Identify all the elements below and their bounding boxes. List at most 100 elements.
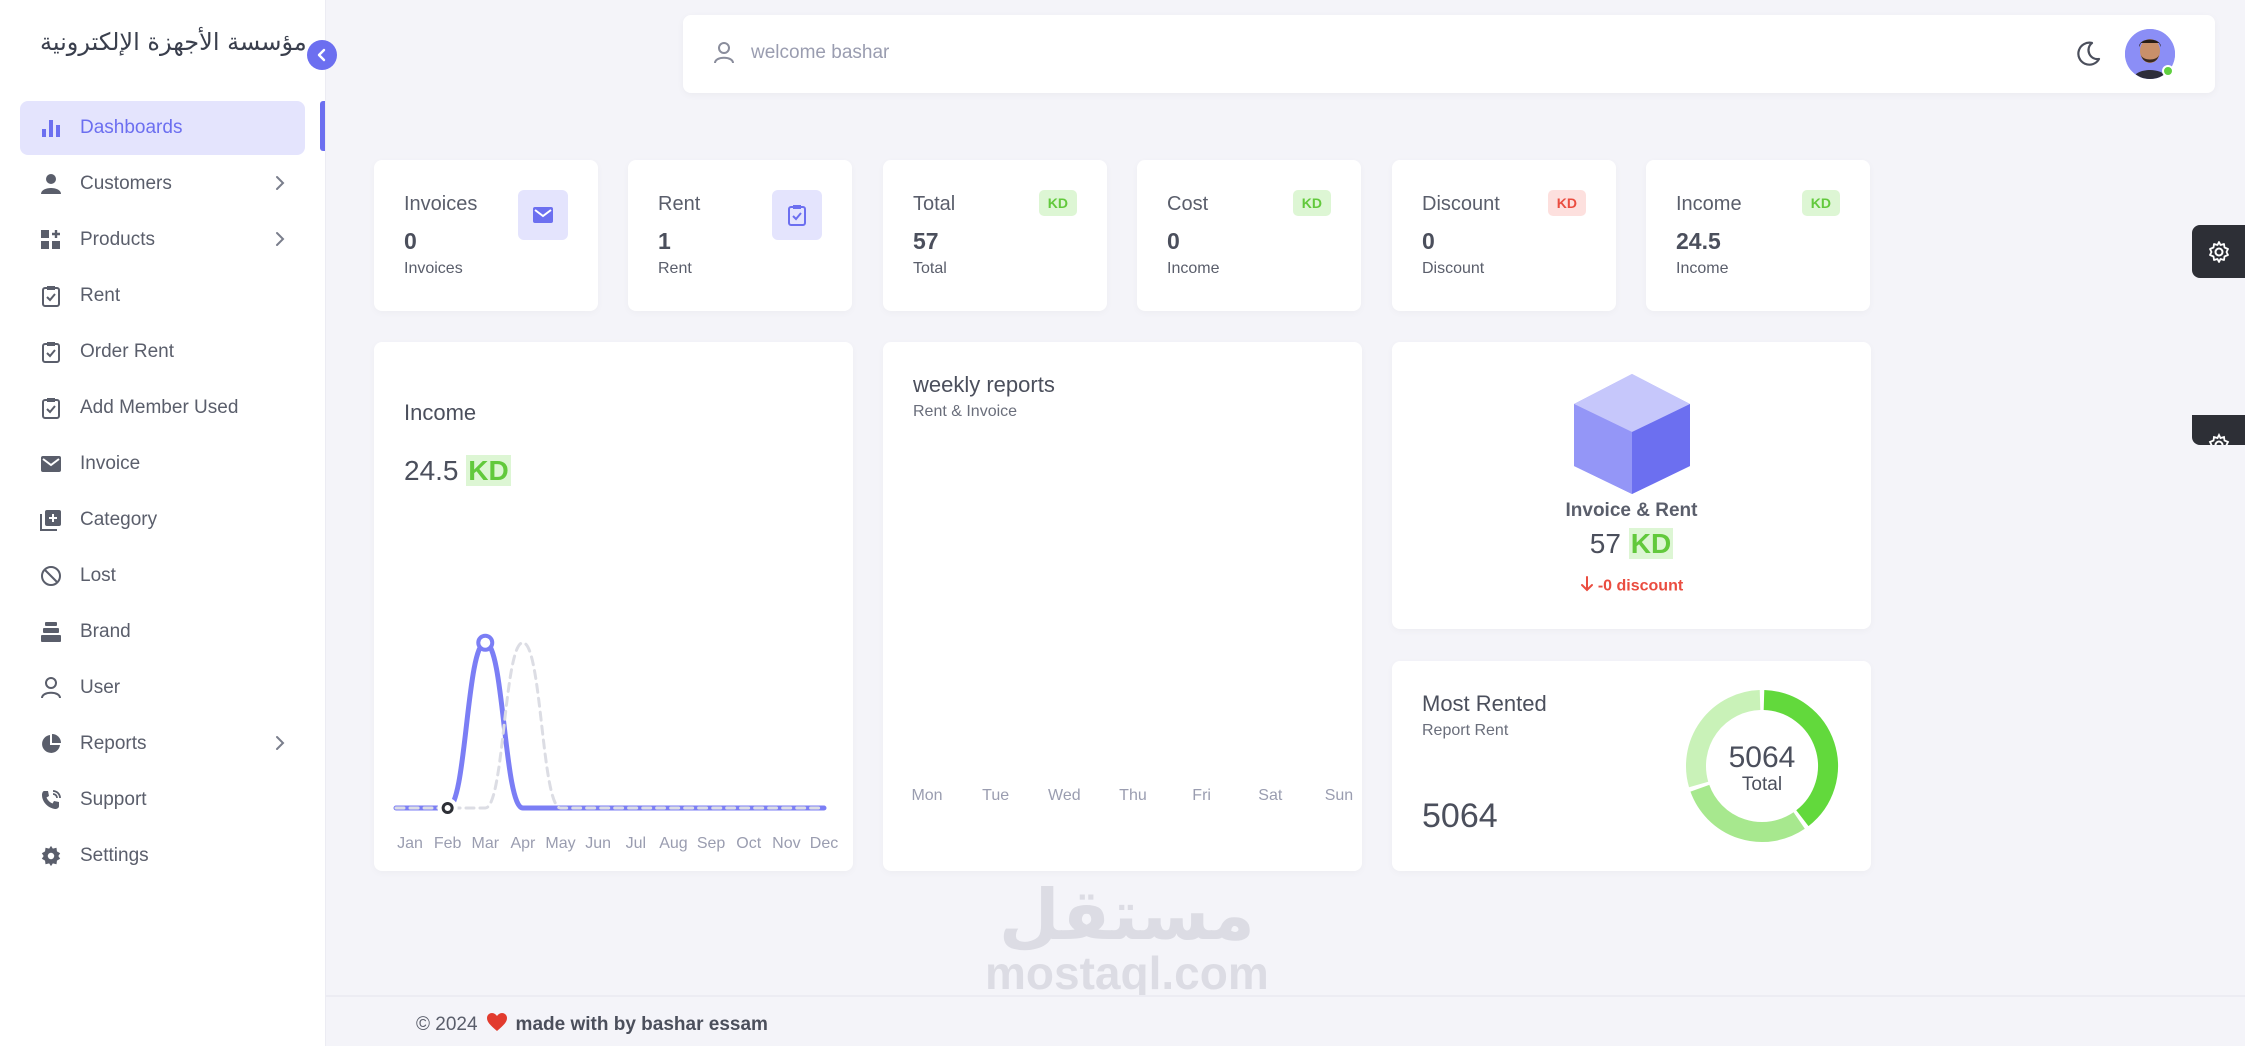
sidebar-item-label: Category [80,509,158,530]
clipboard-check-icon [786,204,808,226]
sidebar-item-rent[interactable]: Rent [20,269,305,323]
currency-badge: KD [1292,190,1331,216]
user-outline-icon [40,677,62,699]
gear-icon [40,845,62,867]
stat-card-rent: Rent 1 Rent [628,160,852,311]
sidebar-item-dashboards[interactable]: Dashboards [20,101,305,155]
sidebar-item-brand[interactable]: Brand [20,605,305,659]
invoice-rent-card: Invoice & Rent 57 KD -0 discount [1392,342,1871,629]
stat-title: Cost [1167,193,1209,215]
discount-text: -0 discount [1597,577,1684,595]
sidebar-item-label: Products [80,229,155,250]
footer-credit: made with by bashar essam [515,1014,768,1035]
stat-subtitle: Invoices [404,260,463,277]
sidebar-item-category[interactable]: Category [20,493,305,547]
month-tick-label: Jul [625,835,647,852]
user-icon [713,41,735,70]
sidebar-item-label: Dashboards [80,117,183,138]
sidebar-item-order-rent[interactable]: Order Rent [20,325,305,379]
sidebar-menu: Dashboards Customers Products Rent Order Ren… [20,101,305,885]
weekday-tick-label: Wed [1048,787,1081,804]
sidebar-item-label: Lost [80,565,116,586]
sidebar-item-label: User [80,677,121,698]
month-tick-label: Jan [397,835,423,852]
weekly-reports-card: weekly reports Rent & Invoice Mon Tue Wed T… [883,342,1362,871]
most-rented-subtitle: Report Rent [1422,722,1509,739]
income-peak-point[interactable] [476,633,495,652]
footer-text: © 2024 made with by bashar essam [416,1012,768,1038]
sidebar-item-settings[interactable]: Settings [20,829,305,883]
invoice-rent-value: 57 KD [1392,528,1871,560]
stat-subtitle: Income [1167,260,1220,277]
sidebar-item-add-member-used[interactable]: Add Member Used [20,381,305,435]
collapse-sidebar-button[interactable] [307,40,337,70]
stack-plus-icon [40,509,62,531]
sidebar-item-user[interactable]: User [20,661,305,715]
arrow-down-icon [1580,576,1594,597]
sidebar-item-label: Support [80,789,147,810]
month-tick-label: Jun [585,835,612,852]
month-tick-label: May [545,835,576,852]
income-series-line [393,640,827,811]
phone-icon [40,789,62,811]
weekly-reports-title: weekly reports [913,372,1055,397]
weekly-x-axis: Mon Tue Wed Thu Fri Sat Sun [893,787,1373,805]
welcome-text: welcome bashar [751,42,890,63]
stat-title: Rent [658,193,701,215]
sidebar-item-invoice[interactable]: Invoice [20,437,305,491]
online-status-dot [2162,65,2174,77]
month-tick-label: Sep [696,835,726,852]
stat-card-total: Total 57 Total KD [883,160,1107,311]
sidebar-item-products[interactable]: Products [20,213,305,267]
heart-icon [486,1012,508,1038]
envelope-icon [532,204,554,226]
stat-subtitle: Income [1676,260,1729,277]
stat-title: Total [913,193,956,215]
stat-card-discount: Discount 0 Discount KD [1392,160,1616,311]
weekday-tick-label: Mon [911,787,943,804]
income-value: 24.5 [404,455,459,486]
pie-chart-icon [40,733,62,755]
weekday-tick-label: Tue [982,787,1010,804]
sidebar-item-label: Reports [80,733,147,754]
customizer-toggle-button[interactable] [2192,225,2245,278]
stat-value: 0 [1167,228,1180,254]
sidebar-item-label: Customers [80,173,172,194]
weekday-tick-label: Sat [1258,787,1283,804]
income-card-title: Income [404,400,477,425]
person-icon [40,173,62,195]
watermark-latin: mostaql.com [985,947,1269,999]
currency-badge: KD [1801,190,1840,216]
sidebar-item-customers[interactable]: Customers [20,157,305,211]
currency-badge: KD [1038,190,1077,216]
sidebar-item-support[interactable]: Support [20,773,305,827]
income-x-axis: Jan Feb Mar Apr May Jun Jul Aug Sep Oct Nov Dec [392,835,842,855]
secondary-settings-button[interactable] [2192,415,2245,445]
sidebar-item-label: Order Rent [80,341,174,362]
gear-icon [2208,433,2229,445]
ban-icon [40,565,62,587]
stat-value: 57 [913,228,939,254]
chevron-right-icon [273,230,287,254]
stat-subtitle: Rent [658,260,692,277]
stat-value: 0 [1422,228,1435,254]
stat-card-income: Income 24.5 Income KD [1646,160,1870,311]
sidebar-item-lost[interactable]: Lost [20,549,305,603]
invoice-rent-amount: 57 [1589,528,1621,559]
sidebar-item-label: Brand [80,621,131,642]
weekly-reports-subtitle: Rent & Invoice [913,403,1018,420]
income-line-chart [393,633,827,818]
weekday-tick-label: Fri [1192,787,1211,804]
active-indicator [320,101,325,151]
clipboard-check-icon [40,341,62,363]
most-rented-value: 5064 [1422,797,1498,835]
month-tick-label: Feb [433,835,462,852]
month-tick-label: Aug [659,835,688,852]
watermark-arabic: مستقل [998,874,1255,956]
sidebar-item-reports[interactable]: Reports [20,717,305,771]
stat-subtitle: Discount [1422,260,1485,277]
month-tick-label: Mar [471,835,500,852]
stat-icon-box [772,190,822,240]
watermark-logo: مستقل mostaql.com [985,880,1269,996]
dark-mode-toggle-icon[interactable] [2073,39,2103,74]
